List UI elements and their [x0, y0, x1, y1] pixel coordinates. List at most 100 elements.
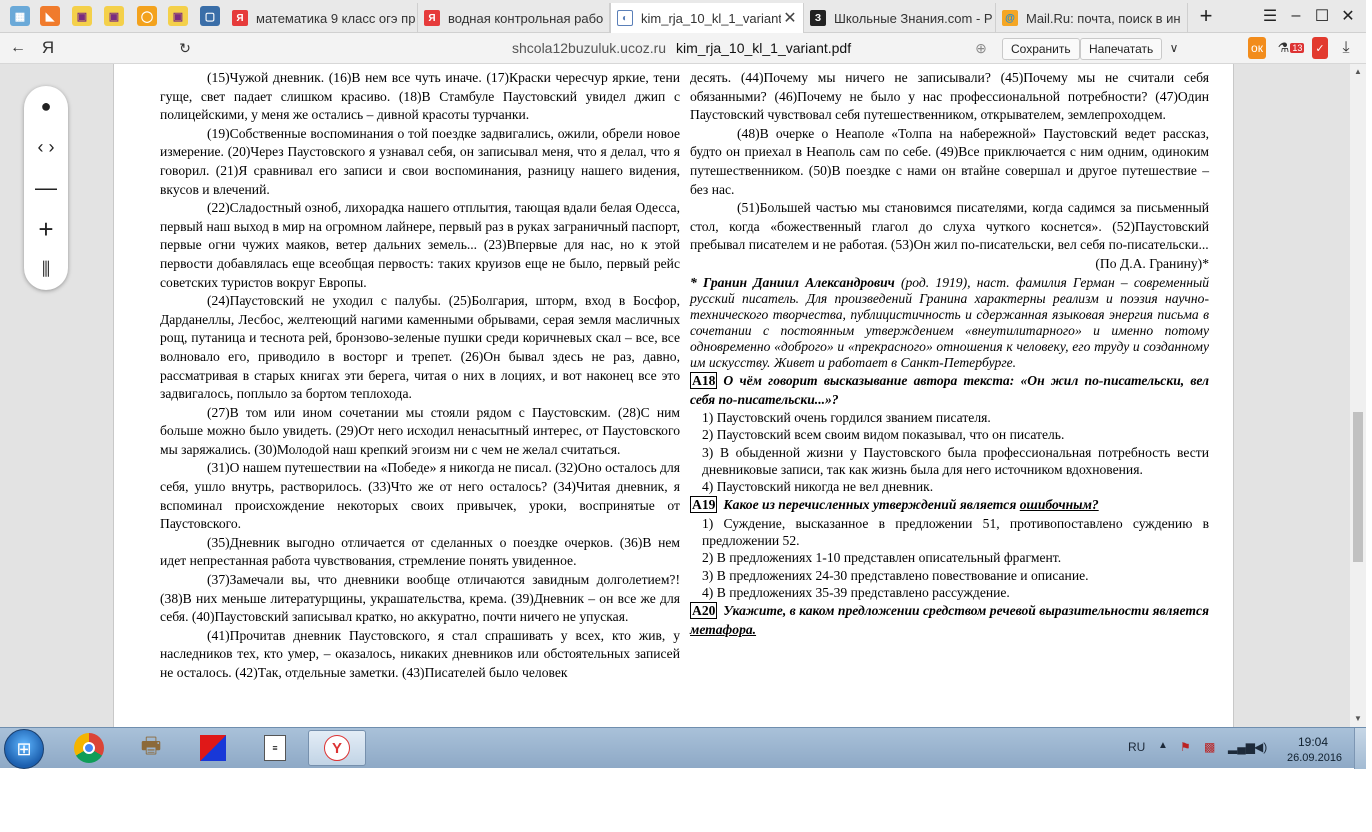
page-nav-arrows-icon[interactable]: ‹ › — [24, 132, 68, 162]
question-text: О чём говорит высказывание автора текста… — [690, 373, 1209, 407]
pdf-viewer[interactable]: ● ‹ › — + ⫼ (15)Чужой дневник. (16)В нем… — [0, 64, 1366, 727]
yandex-y-icon: Я — [424, 10, 440, 26]
clock-date[interactable]: 26.09.2016 — [1287, 752, 1342, 764]
pinned-tab-1[interactable]: ▦ — [10, 6, 30, 26]
dot-icon[interactable]: ● — [24, 91, 68, 121]
fit-page-icon[interactable]: ⫼ — [24, 254, 68, 284]
text-column-left: (15)Чужой дневник. (16)В нем все чуть ин… — [160, 69, 680, 683]
question-a18: А18 О чём говорит высказывание автора тек… — [690, 372, 1209, 409]
pdf-icon: ◐ — [617, 10, 633, 26]
clock-time[interactable]: 19:04 — [1298, 735, 1328, 749]
chevron-down-icon[interactable]: ∨ — [1166, 37, 1182, 59]
extension-badge-icon[interactable]: ⚗ 13 — [1278, 37, 1305, 59]
url-domain[interactable]: shcola12buzuluk.ucoz.ru — [512, 40, 666, 56]
chrome-taskbar-button[interactable] — [60, 730, 118, 766]
yandex-browser-icon: Y — [324, 735, 350, 761]
paragraph: (31)О нашем путешествии на «Победе» я ни… — [160, 460, 680, 532]
tab-4[interactable]: З Школьные Знания.com - Р — [804, 3, 996, 33]
document-app-icon: ≡ — [264, 735, 286, 761]
language-indicator[interactable]: RU — [1128, 740, 1145, 754]
zoom-in-icon[interactable]: + — [24, 214, 68, 244]
scroll-up-arrow-icon[interactable]: ▲ — [1350, 66, 1366, 78]
paragraph: (27)В том или ином сочетании мы стояли р… — [160, 404, 680, 457]
pinned-tab-3[interactable]: ▣ — [72, 6, 92, 26]
answer-option: 2) Паустовский всем своим видом показыва… — [702, 427, 1065, 443]
maximize-icon[interactable]: ☐ — [1310, 4, 1334, 28]
pinned-tab-4[interactable]: ▣ — [104, 6, 124, 26]
source-signature: (По Д.А. Гранину)* — [1095, 255, 1209, 271]
yandex-y-icon: Я — [232, 10, 248, 26]
pinned-tab-6[interactable]: ▣ — [168, 6, 188, 26]
answer-option: 2) В предложениях 1-10 представлен описа… — [702, 550, 1062, 566]
paragraph: (22)Сладостный озноб, лихорадка нашего о… — [160, 200, 680, 290]
start-button[interactable]: ⊞ — [4, 729, 44, 769]
address-bar: ← Я ↻ shcola12buzuluk.ucoz.ru kim_rja_10… — [0, 33, 1366, 64]
url-path[interactable]: kim_rja_10_kl_1_variant.pdf — [676, 40, 851, 56]
pinned-tab-2[interactable]: ◣ — [40, 6, 60, 26]
question-text: Какое из перечисленных утверждений являе… — [723, 497, 1020, 513]
windows-taskbar: ⊞ 🖶 ≡ Y RU ▲ ⚑ ▩ ▂▄▆ ◀) 19:04 26.09.2016 — [0, 727, 1366, 769]
question-keyword: метафора. — [690, 621, 757, 637]
znanija-icon: З — [810, 10, 826, 26]
answer-option: 3) В обыденной жизни у Паустовского была… — [702, 444, 1209, 477]
show-hidden-icons-icon[interactable]: ▲ — [1158, 740, 1168, 751]
close-window-icon[interactable]: ✕ — [1336, 4, 1360, 28]
chrome-icon — [74, 733, 104, 763]
yandex-browser-taskbar-button[interactable]: Y — [308, 730, 366, 766]
tab-strip: ▦ ◣ ▣ ▣ ◯ ▣ ▢ Я математика 9 класс огэ п… — [0, 0, 1366, 33]
pinned-tab-5[interactable]: ◯ — [137, 6, 157, 26]
red-blue-app-icon — [200, 735, 226, 761]
windows-logo-icon: ⊞ — [16, 738, 32, 759]
print-button[interactable]: Напечатать — [1080, 38, 1163, 60]
security-icon[interactable]: ▩ — [1204, 740, 1215, 754]
tab-1[interactable]: Я математика 9 класс огэ пр — [226, 3, 418, 33]
paragraph: (19)Собственные воспоминания о той поезд… — [160, 125, 680, 197]
paragraph: (41)Прочитав дневник Паустовского, я ста… — [160, 627, 680, 680]
zoom-out-icon[interactable]: — — [24, 173, 68, 203]
yandex-logo-button[interactable]: Я — [38, 37, 58, 59]
vertical-scrollbar[interactable]: ▲ ▼ — [1350, 64, 1366, 727]
paragraph: (24)Паустовский не уходил с палубы. (25)… — [160, 293, 680, 402]
odnoklassniki-icon[interactable]: ок — [1248, 37, 1266, 59]
author-footnote: * Гранин Даниил Александрович (род. 1919… — [690, 275, 1209, 372]
network-icon[interactable]: ▂▄▆ — [1228, 740, 1255, 754]
paragraph: (35)Дневник выгодно отличается от сделан… — [160, 534, 680, 569]
paragraph: (37)Замечали вы, что дневники вообще отл… — [160, 572, 680, 625]
footnote-author-name: * Гранин Даниил Александрович — [690, 274, 895, 290]
notification-count: 13 — [1290, 43, 1305, 53]
reader-mode-icon[interactable]: ⊕ — [970, 37, 992, 59]
zoom-panel: ● ‹ › — + ⫼ — [24, 86, 68, 290]
protect-shield-icon[interactable]: ✓ — [1312, 37, 1328, 59]
answer-option: 3) В предложениях 24-30 представлено пов… — [702, 567, 1089, 583]
scrollbar-thumb[interactable] — [1353, 412, 1363, 562]
app-taskbar-button[interactable]: ≡ — [246, 730, 304, 766]
answer-option: 1) Паустовский очень гордился званием пи… — [702, 410, 991, 426]
scroll-down-arrow-icon[interactable]: ▼ — [1350, 713, 1366, 725]
tab-5[interactable]: @ Mail.Ru: почта, поиск в ин — [996, 3, 1188, 33]
app-taskbar-button[interactable] — [184, 730, 242, 766]
volume-icon[interactable]: ◀) — [1254, 740, 1267, 754]
menu-icon[interactable]: ☰ — [1258, 4, 1282, 28]
minimize-icon[interactable]: – — [1284, 4, 1308, 28]
answer-option: 4) В предложениях 35-39 представлено рас… — [702, 584, 1010, 600]
app-taskbar-button[interactable]: 🖶 — [122, 730, 180, 766]
close-tab-icon[interactable]: ✕ — [781, 8, 799, 28]
question-a19: А19 Какое из перечисленных утверждений яв… — [690, 496, 1209, 515]
question-label: А19 — [690, 496, 718, 514]
download-icon[interactable]: ⤓ — [1336, 37, 1356, 59]
new-tab-button[interactable]: + — [1194, 3, 1218, 28]
show-desktop-button[interactable] — [1354, 728, 1366, 769]
tab-2[interactable]: Я водная контрольная рабо — [418, 3, 610, 33]
question-text: Укажите, в каком предложении средством р… — [723, 602, 1209, 618]
tab-3-active[interactable]: ◐ kim_rja_10_kl_1_variant.p ✕ — [610, 3, 804, 33]
pinned-tab-7[interactable]: ▢ — [200, 6, 220, 26]
paragraph: (51)Большей частью мы становимся писател… — [690, 200, 1209, 253]
flag-icon[interactable]: ⚑ — [1180, 740, 1191, 754]
save-button[interactable]: Сохранить — [1002, 38, 1080, 60]
text-column-right: десять. (44)Почему мы ничего не записыва… — [690, 69, 1209, 639]
printer-app-icon: 🖶 — [140, 733, 162, 758]
paragraph: (15)Чужой дневник. (16)В нем все чуть ин… — [160, 70, 680, 123]
reload-icon[interactable]: ↻ — [176, 37, 194, 59]
question-label: А20 — [690, 601, 718, 619]
back-arrow-icon[interactable]: ← — [8, 37, 28, 59]
